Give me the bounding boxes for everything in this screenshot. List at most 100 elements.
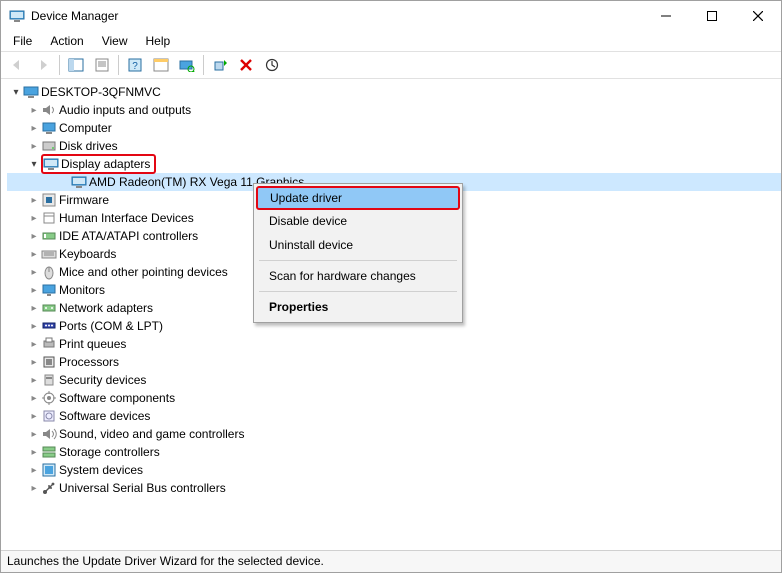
tree-item-label: Computer — [59, 121, 112, 135]
toolbar-icon[interactable] — [149, 53, 173, 77]
show-hide-console-tree-button[interactable] — [64, 53, 88, 77]
port-icon — [41, 318, 57, 334]
tree-item[interactable]: Security devices — [7, 371, 781, 389]
tree-item-label: Universal Serial Bus controllers — [59, 481, 226, 495]
expand-arrow-icon[interactable] — [27, 447, 41, 458]
swcomp-icon — [41, 390, 57, 406]
expand-arrow-icon[interactable] — [27, 123, 41, 134]
expand-arrow-icon[interactable] — [27, 285, 41, 296]
expand-arrow-icon[interactable] — [27, 105, 41, 116]
back-button[interactable] — [5, 53, 29, 77]
window: Device Manager File Action View Help ? D… — [0, 0, 782, 573]
tree-item[interactable]: Audio inputs and outputs — [7, 101, 781, 119]
expand-arrow-icon[interactable] — [27, 213, 41, 224]
scan-hardware-button[interactable] — [175, 53, 199, 77]
tree-item-label: Software components — [59, 391, 175, 405]
annotation-highlight: Display adapters — [41, 154, 156, 174]
tree-item-label: System devices — [59, 463, 143, 477]
tree-item-label: IDE ATA/ATAPI controllers — [59, 229, 198, 243]
tree-item-label: Display adapters — [61, 157, 150, 171]
tree-item-label: Storage controllers — [59, 445, 160, 459]
expand-arrow-icon[interactable] — [27, 375, 41, 386]
collapse-arrow-icon[interactable] — [9, 87, 23, 98]
tree-item[interactable]: Display adapters — [7, 155, 781, 173]
minimize-button[interactable] — [643, 1, 689, 31]
maximize-button[interactable] — [689, 1, 735, 31]
root-icon — [23, 84, 39, 100]
menu-item-update-driver[interactable]: Update driver — [256, 186, 460, 210]
tree-item[interactable]: Computer — [7, 119, 781, 137]
storage-icon — [41, 444, 57, 460]
menu-item-scan-for-hardware-changes[interactable]: Scan for hardware changes — [257, 264, 459, 288]
tree-item-label: Sound, video and game controllers — [59, 427, 244, 441]
toolbar-separator — [118, 55, 119, 75]
expand-arrow-icon[interactable] — [27, 249, 41, 260]
expand-arrow-icon[interactable] — [27, 141, 41, 152]
menu-item-disable-device[interactable]: Disable device — [257, 209, 459, 233]
tree-item[interactable]: Universal Serial Bus controllers — [7, 479, 781, 497]
menu-view[interactable]: View — [94, 32, 136, 50]
tree-item[interactable]: System devices — [7, 461, 781, 479]
help-button[interactable]: ? — [123, 53, 147, 77]
expand-arrow-icon[interactable] — [27, 411, 41, 422]
tree-item-label: Software devices — [59, 409, 150, 423]
expand-arrow-icon[interactable] — [27, 231, 41, 242]
tree-item[interactable]: Disk drives — [7, 137, 781, 155]
expand-arrow-icon[interactable] — [27, 465, 41, 476]
expand-arrow-icon[interactable] — [27, 429, 41, 440]
tree-item[interactable]: Sound, video and game controllers — [7, 425, 781, 443]
menu-action[interactable]: Action — [42, 32, 91, 50]
menu-item-uninstall-device[interactable]: Uninstall device — [257, 233, 459, 257]
device-tree-pane[interactable]: DESKTOP-3QFNMVC Audio inputs and outputs C… — [1, 79, 781, 550]
tree-item[interactable]: Storage controllers — [7, 443, 781, 461]
tree-item[interactable]: Software components — [7, 389, 781, 407]
expand-arrow-icon[interactable] — [27, 303, 41, 314]
tree-item-label: DESKTOP-3QFNMVC — [41, 85, 161, 99]
audio-icon — [41, 102, 57, 118]
monitor-icon — [41, 282, 57, 298]
uninstall-device-button[interactable] — [234, 53, 258, 77]
expand-arrow-icon[interactable] — [27, 393, 41, 404]
expand-arrow-icon[interactable] — [27, 357, 41, 368]
expand-arrow-icon[interactable] — [27, 267, 41, 278]
forward-button[interactable] — [31, 53, 55, 77]
svg-text:?: ? — [132, 61, 138, 72]
titlebar: Device Manager — [1, 1, 781, 31]
printer-icon — [41, 336, 57, 352]
menu-separator — [259, 291, 457, 292]
menu-separator — [259, 260, 457, 261]
tree-item[interactable]: DESKTOP-3QFNMVC — [7, 83, 781, 101]
tree-item[interactable]: Processors — [7, 353, 781, 371]
mouse-icon — [41, 264, 57, 280]
collapse-arrow-icon[interactable] — [27, 159, 41, 170]
hid-icon — [41, 210, 57, 226]
update-driver-button[interactable] — [208, 53, 232, 77]
toolbar-separator — [203, 55, 204, 75]
disk-icon — [41, 138, 57, 154]
app-icon — [9, 8, 25, 24]
close-button[interactable] — [735, 1, 781, 31]
menu-help[interactable]: Help — [138, 32, 179, 50]
context-menu: Update driverDisable deviceUninstall dev… — [253, 183, 463, 323]
tree-item-label: Keyboards — [59, 247, 116, 261]
toolbar: ? — [1, 51, 781, 79]
keyboard-icon — [41, 246, 57, 262]
expand-arrow-icon[interactable] — [27, 483, 41, 494]
tree-item-label: Network adapters — [59, 301, 153, 315]
menubar: File Action View Help — [1, 31, 781, 51]
tree-item-label: Print queues — [59, 337, 126, 351]
tree-item-label: Firmware — [59, 193, 109, 207]
menu-file[interactable]: File — [5, 32, 40, 50]
expand-arrow-icon[interactable] — [27, 321, 41, 332]
toolbar-separator — [59, 55, 60, 75]
disable-device-button[interactable] — [260, 53, 284, 77]
tree-item[interactable]: Software devices — [7, 407, 781, 425]
properties-button[interactable] — [90, 53, 114, 77]
expand-arrow-icon[interactable] — [27, 339, 41, 350]
expand-arrow-icon[interactable] — [27, 195, 41, 206]
tree-item[interactable]: Print queues — [7, 335, 781, 353]
tree-item-label: Security devices — [59, 373, 146, 387]
cpu-icon — [41, 354, 57, 370]
swdev-icon — [41, 408, 57, 424]
menu-item-properties[interactable]: Properties — [257, 295, 459, 319]
